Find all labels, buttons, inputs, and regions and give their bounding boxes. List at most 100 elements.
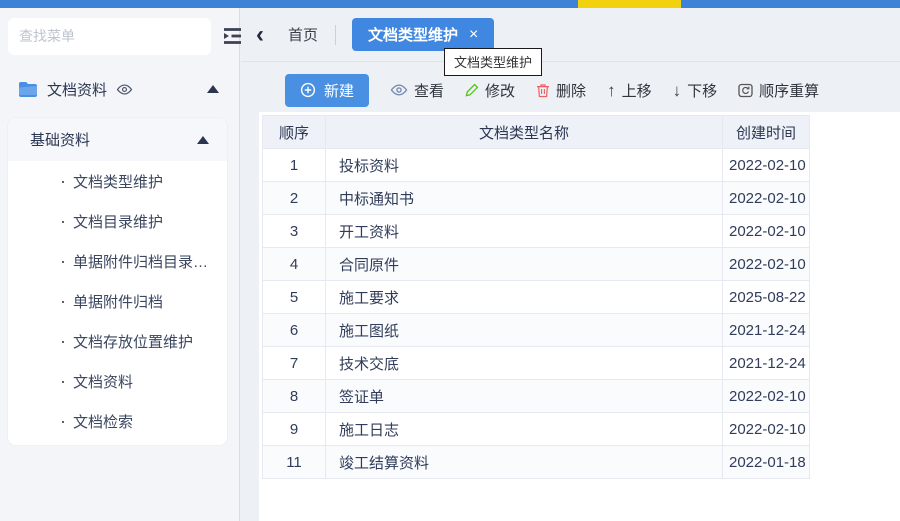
sidebar-item[interactable]: · 单据附件归档目录…	[8, 241, 227, 281]
bullet-icon: ·	[60, 332, 66, 350]
doc-type-table: 顺序 文档类型名称 创建时间 1投标资料2022-02-102中标通知书2022…	[262, 115, 810, 479]
sidebar-item[interactable]: · 文档存放位置维护	[8, 321, 227, 361]
new-button-label: 新建	[324, 80, 354, 101]
search-input[interactable]	[8, 18, 211, 55]
sidebar-menu-card: 基础资料 · 文档类型维护 · 文档目录维护 · 单据附件归档目录… · 单据附件归档 · 文档存…	[8, 118, 227, 445]
sidebar-item-label: 文档检索	[73, 411, 133, 432]
table-row[interactable]: 7技术交底2021-12-24	[263, 347, 810, 380]
cell-name: 开工资料	[326, 215, 723, 248]
sidebar-item[interactable]: · 文档类型维护	[8, 161, 227, 201]
move-up-button[interactable]: ↑ 上移	[607, 80, 652, 101]
top-accent-yellow-segment	[578, 0, 681, 8]
table-body: 1投标资料2022-02-102中标通知书2022-02-103开工资料2022…	[263, 149, 810, 479]
sidebar-item-label: 文档存放位置维护	[73, 331, 193, 352]
top-accent-bar	[0, 0, 900, 8]
cell-seq: 5	[263, 281, 326, 314]
sidebar-item[interactable]: ·文档资料	[8, 361, 227, 401]
cell-seq: 1	[263, 149, 326, 182]
sidebar-group-basic-data[interactable]: 基础资料	[8, 118, 227, 161]
table-row[interactable]: 1投标资料2022-02-10	[263, 149, 810, 182]
eye-icon	[390, 83, 408, 97]
cell-seq: 2	[263, 182, 326, 215]
bullet-icon: ·	[60, 172, 66, 190]
eye-icon	[116, 83, 133, 96]
sidebar-item[interactable]: · 单据附件归档	[8, 281, 227, 321]
view-button[interactable]: 查看	[390, 80, 444, 101]
sidebar-root-label: 文档资料	[47, 79, 107, 100]
cell-name: 技术交底	[326, 347, 723, 380]
cell-date: 2022-02-10	[723, 248, 810, 281]
cell-name: 施工图纸	[326, 314, 723, 347]
tab-home[interactable]: 首页	[288, 24, 318, 45]
tab-close-icon[interactable]: ×	[469, 27, 478, 43]
sidebar-item-label: 单据附件归档	[73, 291, 163, 312]
cell-seq: 8	[263, 380, 326, 413]
arrow-down-icon: ↓	[673, 82, 682, 99]
cell-date: 2021-12-24	[723, 314, 810, 347]
cell-date: 2022-02-10	[723, 380, 810, 413]
main-content: ‹ 首页 文档类型维护 × 文档类型维护 新建 查看	[241, 8, 900, 521]
table-row[interactable]: 11竣工结算资料2022-01-18	[263, 446, 810, 479]
table-row[interactable]: 3开工资料2022-02-10	[263, 215, 810, 248]
collapse-triangle-icon[interactable]	[207, 85, 219, 93]
arrow-up-icon: ↑	[607, 82, 616, 99]
cell-seq: 4	[263, 248, 326, 281]
sidebar-item-label: 文档目录维护	[73, 211, 163, 232]
cell-date: 2022-02-10	[723, 182, 810, 215]
back-chevron-icon[interactable]: ‹	[256, 23, 264, 47]
collapse-triangle-icon[interactable]	[197, 136, 209, 144]
column-header-date: 创建时间	[723, 116, 810, 149]
cell-seq: 6	[263, 314, 326, 347]
bullet-icon: ·	[60, 292, 66, 310]
recalc-icon	[738, 83, 753, 98]
cell-date: 2022-02-10	[723, 413, 810, 446]
cell-seq: 7	[263, 347, 326, 380]
cell-name: 投标资料	[326, 149, 723, 182]
table-header-row: 顺序 文档类型名称 创建时间	[263, 116, 810, 149]
cell-date: 2022-02-10	[723, 149, 810, 182]
table-row[interactable]: 6施工图纸2021-12-24	[263, 314, 810, 347]
move-down-button[interactable]: ↓ 下移	[673, 80, 718, 101]
sidebar-item[interactable]: · 文档目录维护	[8, 201, 227, 241]
pencil-icon	[465, 83, 479, 97]
bullet-icon: ·	[60, 212, 66, 230]
bullet-icon: ·	[60, 252, 66, 270]
tab-doc-type-maintenance[interactable]: 文档类型维护 ×	[352, 18, 494, 51]
table-row[interactable]: 2中标通知书2022-02-10	[263, 182, 810, 215]
edit-button-label: 修改	[485, 80, 515, 101]
table-row[interactable]: 4合同原件2022-02-10	[263, 248, 810, 281]
sidebar-item-label: 文档类型维护	[73, 171, 163, 192]
bullet-icon: ·	[60, 412, 66, 430]
column-header-name: 文档类型名称	[326, 116, 723, 149]
cell-name: 施工日志	[326, 413, 723, 446]
cell-seq: 3	[263, 215, 326, 248]
move-up-label: 上移	[622, 80, 652, 101]
cell-name: 合同原件	[326, 248, 723, 281]
edit-button[interactable]: 修改	[465, 80, 515, 101]
sidebar-item-label: 单据附件归档目录…	[73, 251, 208, 272]
table-row[interactable]: 8签证单2022-02-10	[263, 380, 810, 413]
delete-button-label: 删除	[556, 80, 586, 101]
cell-date: 2022-02-10	[723, 215, 810, 248]
active-tab-label: 文档类型维护	[368, 24, 458, 45]
move-down-label: 下移	[687, 80, 717, 101]
cell-date: 2021-12-24	[723, 347, 810, 380]
sidebar-search-row	[0, 8, 239, 62]
view-button-label: 查看	[414, 80, 444, 101]
cell-seq: 9	[263, 413, 326, 446]
new-button[interactable]: 新建	[285, 74, 369, 107]
delete-button[interactable]: 删除	[536, 80, 586, 101]
cell-name: 施工要求	[326, 281, 723, 314]
toolbar: 新建 查看 修改 删除 ↑ 上移 ↓	[285, 73, 819, 107]
folder-icon	[18, 81, 38, 97]
sidebar-item[interactable]: · 文档检索	[8, 401, 227, 441]
table-row[interactable]: 5施工要求2025-08-22	[263, 281, 810, 314]
sidebar-item-doc-materials-root[interactable]: 文档资料	[0, 70, 239, 108]
plus-circle-icon	[300, 82, 316, 98]
cell-date: 2025-08-22	[723, 281, 810, 314]
tab-bar: ‹ 首页 文档类型维护 ×	[241, 8, 900, 62]
tab-divider	[335, 25, 336, 45]
recalc-order-button[interactable]: 顺序重算	[738, 80, 819, 101]
sidebar: 文档资料 基础资料 · 文档类型维护 · 文档目录维护 · 单据附件归档目录… · 单据附件归…	[0, 8, 240, 521]
table-row[interactable]: 9施工日志2022-02-10	[263, 413, 810, 446]
